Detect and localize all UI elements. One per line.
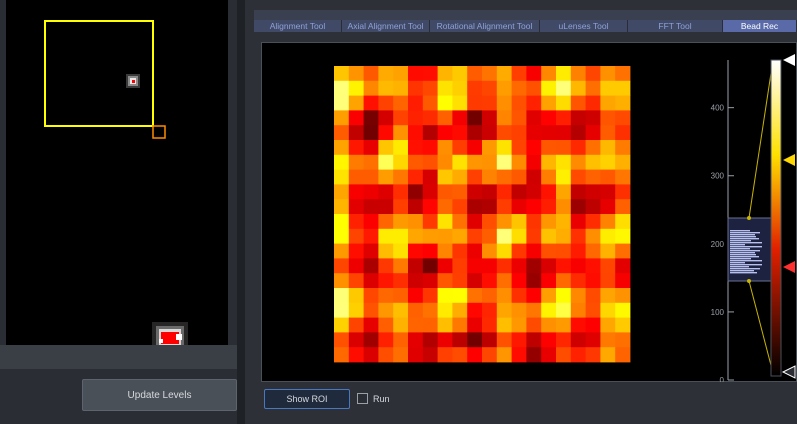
tab-axial-alignment-tool[interactable]: Axial Alignment Tool <box>342 20 430 32</box>
bead-spot-lower <box>152 322 188 345</box>
camera-view[interactable] <box>6 0 228 345</box>
left-scroll-strip <box>0 345 237 369</box>
level-line-upper <box>748 59 774 219</box>
histogram-bar <box>730 266 749 268</box>
level-marker-top[interactable] <box>783 54 795 66</box>
level-line-lower <box>748 280 774 374</box>
histogram-bar <box>730 254 756 256</box>
histogram-bar <box>730 256 759 258</box>
tab-fft-tool[interactable]: FFT Tool <box>628 20 723 32</box>
tab-bead-rec[interactable]: Bead Rec <box>723 20 797 32</box>
camera-image <box>6 0 228 345</box>
histogram-bar <box>730 240 751 242</box>
histogram-tick-label: 300 <box>711 172 725 181</box>
histogram-region <box>727 217 772 282</box>
run-label: Run <box>373 394 390 404</box>
histogram-bar <box>730 252 755 254</box>
histogram-bar <box>730 260 762 262</box>
histogram-bar <box>730 234 755 236</box>
histogram-bar <box>730 248 750 250</box>
tab-strip-top <box>254 10 797 20</box>
show-roi-button[interactable]: Show ROI <box>264 389 350 409</box>
level-point-upper <box>747 216 751 220</box>
histogram-bar <box>730 264 762 266</box>
histogram-bar <box>730 272 757 274</box>
bead-spot-upper <box>126 74 140 88</box>
histogram-bar <box>730 270 754 272</box>
histogram-bar <box>730 246 762 248</box>
tab-rotational-alignment-tool[interactable]: Rotational Alignment Tool <box>430 20 540 32</box>
histogram-bar <box>730 262 745 264</box>
level-marker-bottom[interactable] <box>781 365 796 379</box>
colormap-gradient-bar <box>770 59 782 377</box>
level-marker-low[interactable] <box>783 261 795 273</box>
histogram-bar <box>730 236 756 238</box>
histogram-bar <box>730 232 760 234</box>
histogram-tick-label: 400 <box>711 104 725 113</box>
histogram-bar <box>730 238 759 240</box>
histogram-tick-label: 200 <box>711 240 725 249</box>
histogram-bar <box>730 268 760 270</box>
histogram-bar <box>730 244 745 246</box>
tool-tabs: Alignment Tool Axial Alignment Tool Rota… <box>254 20 797 32</box>
heatmap-grid <box>334 66 631 363</box>
histogram-bar <box>730 242 762 244</box>
run-checkbox[interactable] <box>357 393 368 404</box>
level-point-lower <box>747 279 751 283</box>
histogram-lut[interactable]: 400 300 200 100 0 <box>690 42 797 382</box>
histogram-bar <box>730 230 750 232</box>
histogram-tick-label: 100 <box>711 308 725 317</box>
level-marker-mid[interactable] <box>783 154 795 166</box>
histogram-bar <box>730 250 760 252</box>
update-levels-button[interactable]: Update Levels <box>82 379 237 411</box>
histogram-tick-label: 0 <box>720 376 725 382</box>
histogram-bar <box>730 258 751 260</box>
tab-alignment-tool[interactable]: Alignment Tool <box>254 20 342 32</box>
tab-ulenses-tool[interactable]: uLenses Tool <box>540 20 628 32</box>
panel-splitter[interactable] <box>237 0 245 424</box>
